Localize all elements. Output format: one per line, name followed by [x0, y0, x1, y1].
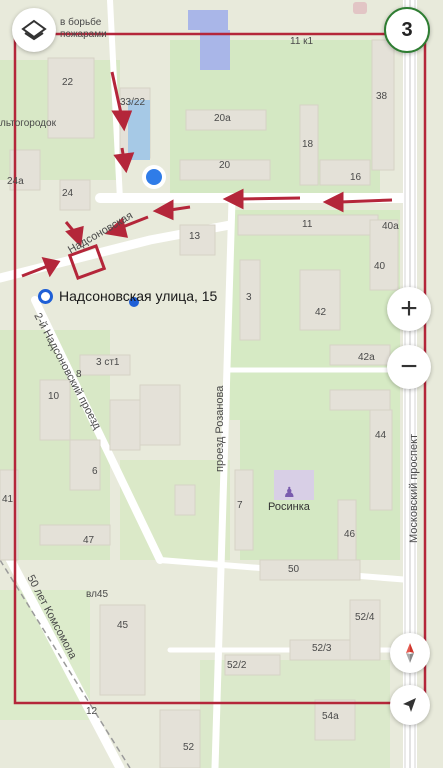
house-20: 20 — [219, 160, 231, 171]
house-40a: 40а — [382, 221, 399, 232]
fire-station-label-2: пожарами — [60, 29, 107, 40]
house-47: 47 — [83, 535, 95, 546]
house-11k1: 11 к1 — [290, 36, 314, 47]
house-42: 42 — [315, 307, 327, 318]
house-33-22: 33/22 — [120, 97, 146, 108]
house-16: 16 — [350, 172, 362, 183]
house-52-2: 52/2 — [227, 660, 247, 671]
house-42a: 42а — [358, 352, 375, 363]
house-12: 12 — [86, 706, 98, 717]
house-52: 52 — [183, 742, 195, 753]
house-22: 22 — [62, 77, 74, 88]
house-45: 45 — [117, 620, 129, 631]
step-badge: 3 — [384, 7, 430, 53]
poi-kindergarten-icon: ♟ — [283, 484, 296, 500]
locate-me-button[interactable] — [390, 685, 430, 725]
house-7: 7 — [237, 500, 243, 511]
house-3: 3 — [246, 292, 252, 303]
street-moskovsky-prospekt: Московский проспект — [408, 433, 420, 543]
address-label: Надсоновская улица, 15 — [59, 288, 218, 304]
navigation-arrow-icon — [403, 698, 416, 712]
house-vl45: вл45 — [86, 589, 109, 600]
house-10: 10 — [48, 391, 60, 402]
address-marker[interactable]: Надсоновская улица, 15 — [38, 288, 217, 304]
fire-station-label: в борьбе — [60, 17, 102, 28]
house-3st1: 3 ст1 — [96, 357, 120, 368]
house-6: 6 — [92, 466, 98, 477]
house-20a: 20а — [214, 113, 231, 124]
house-24: 24 — [62, 188, 74, 199]
house-54a: 54а — [322, 711, 339, 722]
house-52-3: 52/3 — [312, 643, 332, 654]
house-50: 50 — [288, 564, 300, 575]
house-38: 38 — [376, 91, 388, 102]
zoom-out-button[interactable]: − — [387, 345, 431, 389]
poi-label: Росинка — [268, 501, 310, 513]
house-46: 46 — [344, 529, 356, 540]
address-pin-icon — [38, 288, 53, 304]
compass-button[interactable] — [390, 633, 430, 673]
town-label: льтогородок — [0, 118, 56, 129]
compass-icon — [406, 643, 414, 663]
street-proezd-rozanova: проезд Розанова — [214, 385, 226, 472]
house-11: 11 — [302, 219, 313, 230]
layers-button[interactable] — [12, 8, 56, 52]
house-52-4: 52/4 — [355, 612, 375, 623]
layers-icon — [21, 19, 47, 41]
house-18: 18 — [302, 139, 314, 150]
house-24a: 24а — [7, 176, 24, 187]
house-13: 13 — [189, 231, 201, 242]
house-44: 44 — [375, 430, 387, 441]
house-40: 40 — [374, 261, 386, 272]
zoom-in-button[interactable]: + — [387, 287, 431, 331]
house-41: 41 — [2, 494, 14, 505]
